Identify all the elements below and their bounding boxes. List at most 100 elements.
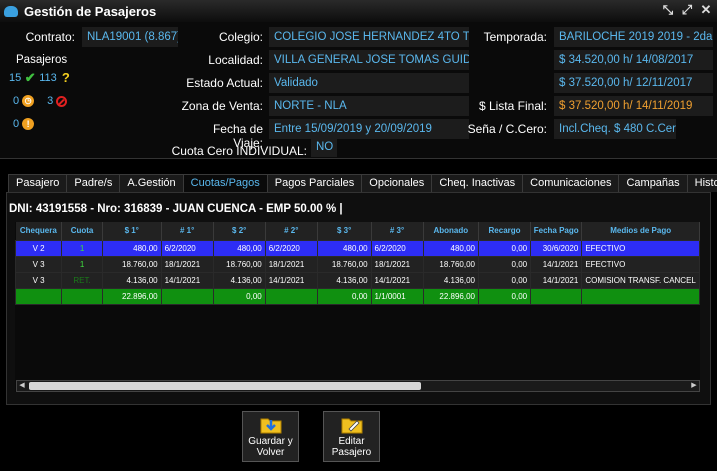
table-cell: 6/2/2020 bbox=[264, 239, 318, 257]
col-header[interactable]: Cuota bbox=[61, 222, 103, 240]
table-cell bbox=[530, 287, 583, 305]
table-cell: V 3 bbox=[14, 255, 63, 273]
table-cell: 22.896,00 bbox=[101, 287, 162, 305]
table-cell: V 3 bbox=[14, 271, 63, 289]
title-bar: Gestión de Pasajeros ⤡ ⤢ ✕ bbox=[0, 0, 717, 22]
table-row[interactable]: V 3 RET. 4.136,00 14/1/2021 4.136,00 14/… bbox=[14, 271, 700, 289]
tab-pasajero[interactable]: Pasajero bbox=[8, 174, 68, 192]
temporada-label: Temporada: bbox=[483, 30, 547, 44]
col-header[interactable]: $ 3° bbox=[317, 222, 372, 240]
tab-historial[interactable]: Historial bbox=[686, 174, 717, 192]
cuotas-grid: Chequera Cuota $ 1° # 1° $ 2° # 2° $ 3° … bbox=[14, 222, 700, 392]
col-header[interactable]: # 3° bbox=[371, 222, 424, 240]
table-cell: 1 bbox=[61, 255, 103, 273]
expand-icon[interactable]: ⤢ bbox=[680, 3, 694, 17]
table-cell: 480,00 bbox=[212, 239, 266, 257]
table-cell bbox=[61, 287, 103, 305]
col-header[interactable]: Medios de Pago bbox=[581, 222, 700, 240]
cuota-cero-label: Cuota Cero INDIVIDUAL: bbox=[171, 144, 307, 158]
table-cell: 18.760,00 bbox=[422, 255, 479, 273]
table-row[interactable]: V 3 1 18.760,00 18/1/2021 18.760,00 18/1… bbox=[14, 255, 700, 273]
table-cell: 1/1/0001 bbox=[370, 287, 424, 305]
passenger-info-line: DNI: 43191558 - Nro: 316839 - JUAN CUENC… bbox=[9, 203, 343, 215]
horizontal-scrollbar[interactable]: ◀ ▶ bbox=[16, 380, 700, 392]
scroll-left-icon[interactable]: ◀ bbox=[17, 381, 27, 391]
question-icon: ? bbox=[61, 70, 70, 85]
tab-pagos-parciales[interactable]: Pagos Parciales bbox=[266, 174, 363, 192]
estado-label: Estado Actual: bbox=[186, 76, 263, 90]
tab-cuotas-pagos[interactable]: Cuotas/Pagos bbox=[182, 174, 268, 192]
table-cell: 4.136,00 bbox=[101, 271, 162, 289]
edit-passenger-label: Editar Pasajero bbox=[331, 436, 372, 458]
col-header[interactable]: Fecha Pago bbox=[530, 222, 583, 240]
scroll-right-icon[interactable]: ▶ bbox=[689, 381, 699, 391]
lista-final-label: $ Lista Final: bbox=[478, 99, 547, 113]
table-cell: 0,00 bbox=[212, 287, 266, 305]
col-header[interactable]: # 2° bbox=[265, 222, 318, 240]
save-and-return-button[interactable]: Guardar y Volver bbox=[242, 411, 299, 462]
clock-after-count: 3 bbox=[47, 95, 54, 107]
totals-row: 22.896,00 0,00 0,00 1/1/0001 22.896,00 0… bbox=[14, 287, 700, 305]
colegio-value: COLEGIO JOSE HERNANDEZ 4TO TODAS bbox=[269, 27, 469, 47]
ok-count: 15 bbox=[9, 72, 22, 84]
col-header[interactable]: $ 2° bbox=[213, 222, 266, 240]
pasajeros-title: Pasajeros bbox=[16, 54, 68, 66]
shrink-icon[interactable]: ⤡ bbox=[661, 3, 675, 17]
passenger-header: Contrato: NLA19001 (8.867) Pasajeros 15 … bbox=[0, 22, 717, 158]
clock-icon: ◷ bbox=[22, 95, 35, 107]
table-cell: 14/1/2021 bbox=[370, 271, 424, 289]
table-cell: 480,00 bbox=[422, 239, 479, 257]
col-header[interactable]: $ 1° bbox=[102, 222, 162, 240]
header-divider bbox=[0, 158, 717, 159]
table-cell: 480,00 bbox=[316, 239, 372, 257]
table-cell: 6/2/2020 bbox=[370, 239, 424, 257]
question-count: 113 bbox=[39, 72, 57, 84]
table-cell: 1 bbox=[61, 239, 103, 257]
tab-campanas[interactable]: Campañas bbox=[618, 174, 688, 192]
localidad-label: Localidad: bbox=[208, 53, 263, 67]
table-cell bbox=[581, 287, 700, 305]
table-cell bbox=[264, 287, 318, 305]
table-cell: COMISION TRANSF. CANCEL bbox=[581, 271, 700, 289]
table-cell: 18/1/2021 bbox=[370, 255, 424, 273]
contrato-value: NLA19001 (8.867) bbox=[82, 27, 178, 47]
col-header[interactable]: Chequera bbox=[15, 222, 63, 240]
pasajeros-clock-stat: 0 ◷ 3 bbox=[13, 95, 68, 107]
window-controls: ⤡ ⤢ ✕ bbox=[661, 3, 713, 17]
tab-opcionales[interactable]: Opcionales bbox=[361, 174, 433, 192]
zona-value: NORTE - NLA bbox=[269, 96, 469, 116]
save-and-return-label: Guardar y Volver bbox=[248, 436, 293, 458]
fecha-viaje-value: Entre 15/09/2019 y 20/09/2019 bbox=[269, 119, 469, 139]
table-cell: 18.760,00 bbox=[101, 255, 162, 273]
pasajeros-ok-stat: 15 ✔ 113 ? bbox=[9, 70, 72, 85]
window-title: Gestión de Pasajeros bbox=[24, 3, 157, 19]
colegio-label: Colegio: bbox=[218, 30, 263, 44]
tab-comunicaciones[interactable]: Comunicaciones bbox=[522, 174, 620, 192]
pasajeros-warn-stat: 0 ! bbox=[13, 118, 35, 130]
tab-strip: Pasajero Padre/s A.Gestión Cuotas/Pagos … bbox=[8, 174, 717, 192]
cuota-cero-value: NO bbox=[311, 137, 337, 157]
table-row[interactable]: V 2 1 480,00 6/2/2020 480,00 6/2/2020 48… bbox=[14, 239, 700, 257]
clock-before-count: 0 bbox=[13, 95, 20, 107]
table-cell: 0,00 bbox=[316, 287, 372, 305]
close-icon[interactable]: ✕ bbox=[699, 3, 713, 17]
table-cell: 4.136,00 bbox=[422, 271, 479, 289]
tab-a-gestion[interactable]: A.Gestión bbox=[119, 174, 184, 192]
col-header[interactable]: # 1° bbox=[161, 222, 214, 240]
table-cell: EFECTIVO bbox=[581, 239, 700, 257]
forbidden-icon bbox=[56, 95, 68, 107]
table-header-row: Chequera Cuota $ 1° # 1° $ 2° # 2° $ 3° … bbox=[15, 222, 700, 240]
table-cell: 0,00 bbox=[477, 239, 532, 257]
check-icon: ✔ bbox=[24, 70, 36, 85]
col-header[interactable]: Abonado bbox=[423, 222, 479, 240]
tab-cheq-inactivas[interactable]: Cheq. Inactivas bbox=[431, 174, 524, 192]
tab-padres[interactable]: Padre/s bbox=[66, 174, 121, 192]
edit-passenger-button[interactable]: Editar Pasajero bbox=[323, 411, 380, 462]
table-cell: 4.136,00 bbox=[212, 271, 266, 289]
col-header[interactable]: Recargo bbox=[478, 222, 532, 240]
table-cell: 4.136,00 bbox=[316, 271, 372, 289]
warning-icon: ! bbox=[22, 118, 35, 130]
temporada-value: BARILOCHE 2019 2019 - 2da Sep bbox=[554, 27, 713, 47]
scrollbar-thumb[interactable] bbox=[29, 382, 421, 390]
table-cell: 14/1/2021 bbox=[160, 271, 214, 289]
